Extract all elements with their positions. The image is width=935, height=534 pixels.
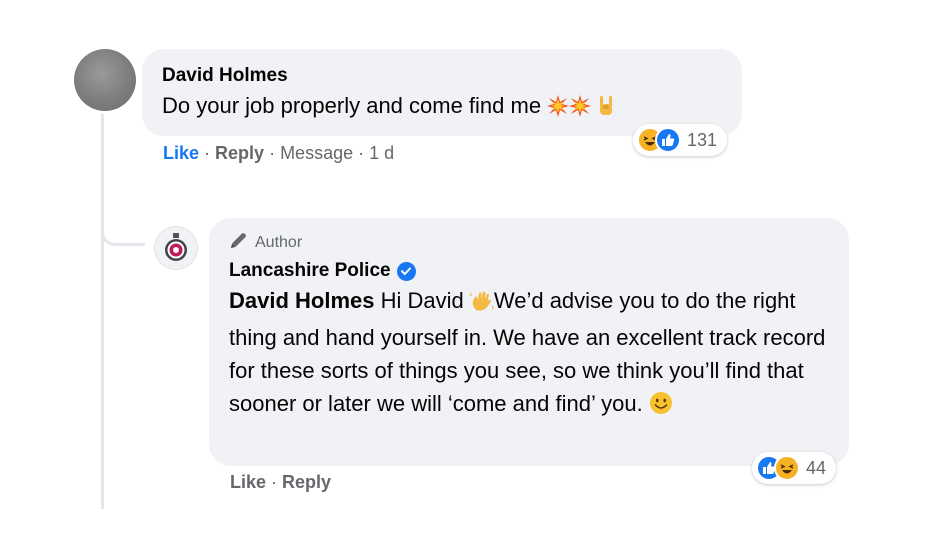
collision-icon: [547, 93, 570, 126]
reply-text-greeting: Hi David: [374, 288, 470, 313]
reply-bubble: Author Lancashire Police David Holmes Hi…: [209, 218, 849, 466]
comment-reactions[interactable]: 131: [633, 124, 728, 156]
comment-actions: Like · Reply · Message · 1 d: [163, 143, 394, 164]
comment-message-link[interactable]: Message: [280, 143, 353, 164]
comment-bubble: David Holmes Do your job properly and co…: [142, 49, 742, 136]
smiling-face-icon: [649, 391, 673, 424]
police-badge-icon: [165, 233, 187, 261]
comment-reactions-count: 131: [687, 129, 718, 150]
reply-author-row: Lancashire Police: [229, 258, 829, 284]
comment-text-content: Do your job properly and come find me: [162, 93, 542, 118]
comment-text: Do your job properly and come find me: [162, 89, 722, 126]
separator-dot: ·: [271, 472, 278, 492]
avatar-lancashire-police[interactable]: [154, 226, 198, 270]
separator-dot: ·: [269, 143, 276, 163]
comment-author-name[interactable]: David Holmes: [162, 63, 722, 89]
haha-reaction-icon: [774, 455, 800, 481]
comment-reply-button[interactable]: Reply: [215, 143, 264, 164]
collision-icon: [569, 93, 592, 126]
reply-text: David Holmes Hi David We’d advise you to…: [229, 284, 829, 424]
thread-connector-line: [101, 114, 104, 509]
reply-author-name[interactable]: Lancashire Police: [229, 258, 391, 284]
reply-reactions[interactable]: 44: [752, 452, 837, 484]
comment-timestamp[interactable]: 1 d: [369, 143, 394, 164]
reply-reply-button[interactable]: Reply: [282, 472, 331, 493]
rock-on-icon: [597, 93, 615, 126]
author-tag: Author: [229, 232, 829, 254]
verified-badge-icon: [396, 261, 416, 281]
pen-icon: [229, 232, 249, 255]
separator-dot: ·: [358, 143, 365, 163]
separator-dot: ·: [204, 143, 211, 163]
like-reaction-icon: [655, 127, 681, 153]
reply-like-button[interactable]: Like: [230, 472, 266, 493]
author-tag-label: Author: [255, 234, 303, 251]
comment-like-button[interactable]: Like: [163, 143, 199, 164]
reply-actions: Like · Reply: [230, 472, 331, 493]
reply-mention-link[interactable]: David Holmes: [229, 288, 375, 313]
reply-reactions-count: 44: [806, 457, 827, 478]
waving-hand-icon: [469, 288, 494, 321]
avatar-david-holmes[interactable]: [74, 49, 136, 111]
thread-reply-elbow: [101, 224, 145, 246]
